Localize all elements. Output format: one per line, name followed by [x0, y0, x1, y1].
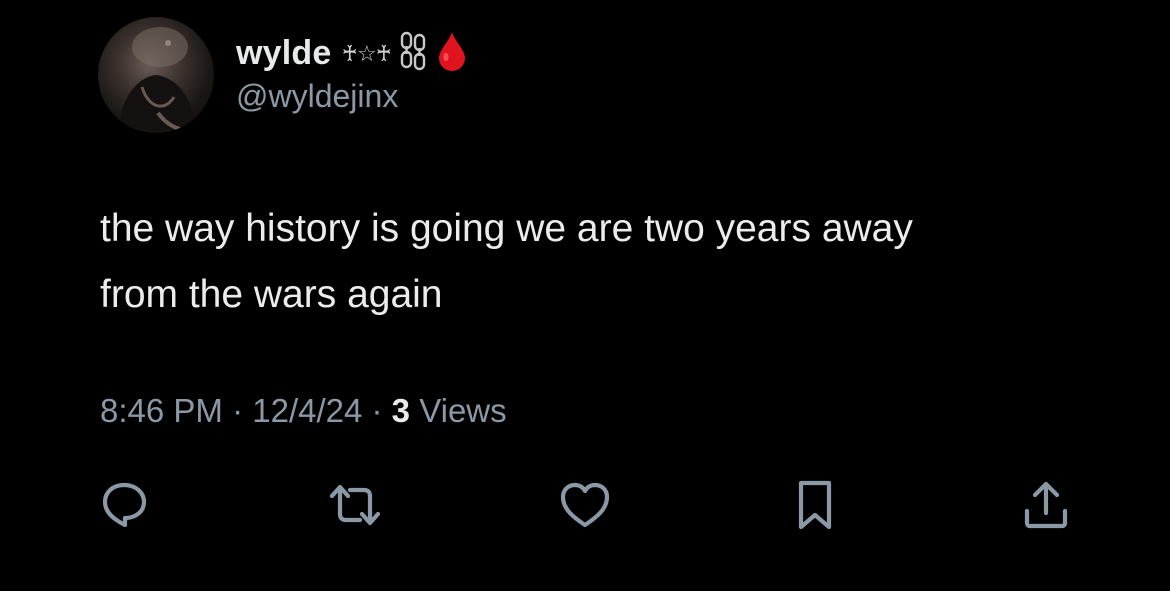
retweet-button[interactable] [328, 478, 382, 532]
display-name[interactable]: wylde [236, 34, 331, 73]
tweet-text-line-1: the way history is going we are two year… [100, 207, 913, 250]
reply-icon [102, 482, 147, 528]
tweet-text-line-2: from the wars again [100, 273, 443, 316]
tweet-time[interactable]: 8:46 PM [100, 392, 223, 430]
like-button[interactable] [558, 478, 612, 532]
meta-separator: · [362, 392, 392, 429]
action-bar [0, 478, 1170, 532]
reply-button[interactable] [97, 478, 151, 532]
meta-separator: · [222, 392, 253, 429]
views-count[interactable]: 3 [392, 392, 410, 430]
tweet-meta: 8:46 PM · 12/4/24 · 3 Views [100, 392, 507, 430]
chain-icon [399, 31, 427, 76]
share-button[interactable] [1019, 478, 1073, 532]
tweet-header: wylde ♰☆♰ @wyldejinx [236, 30, 467, 116]
avatar[interactable] [98, 17, 214, 133]
bookmark-icon [798, 480, 832, 530]
bookmark-button[interactable] [788, 478, 842, 532]
like-icon [560, 482, 610, 528]
blood-drop-icon [437, 30, 467, 77]
tweet-text: the way history is going we are two year… [100, 196, 1100, 328]
share-icon [1024, 481, 1068, 529]
tweet-detail: wylde ♰☆♰ @wyldejinx the way history is … [0, 0, 1170, 591]
name-row: wylde ♰☆♰ [236, 30, 467, 76]
views-label[interactable]: Views [410, 392, 506, 430]
name-glyphs: ♰☆♰ [341, 41, 392, 67]
tweet-date[interactable]: 12/4/24 [252, 392, 362, 430]
user-handle[interactable]: @wyldejinx [236, 76, 467, 116]
retweet-icon [329, 484, 381, 526]
